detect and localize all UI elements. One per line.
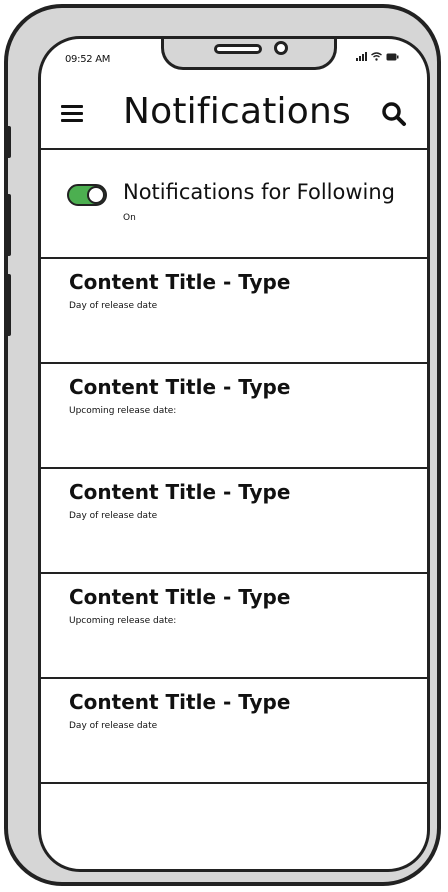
following-notifications-setting: Notifications for Following On (41, 150, 427, 259)
notification-title: Content Title - Type (69, 690, 291, 714)
status-icons (356, 51, 399, 61)
following-toggle[interactable] (67, 184, 107, 206)
page-title: Notifications (123, 91, 351, 132)
notification-title: Content Title - Type (69, 270, 291, 294)
notification-title: Content Title - Type (69, 375, 291, 399)
notification-subtitle: Day of release date (69, 721, 158, 731)
notification-subtitle: Day of release date (69, 301, 158, 311)
notification-subtitle: Upcoming release date: (69, 406, 177, 416)
volume-down-button (4, 274, 11, 336)
notification-item[interactable]: Content Title - Type Day of release date (41, 259, 427, 364)
phone-screen: 09:52 AM Notifications Notifications for… (38, 36, 430, 872)
wifi-icon (371, 52, 382, 61)
hamburger-menu-icon[interactable] (61, 105, 83, 123)
notification-item[interactable]: Content Title - Type Day of release date (41, 679, 427, 784)
following-setting-label: Notifications for Following (123, 180, 396, 204)
notification-subtitle: Day of release date (69, 511, 158, 521)
notification-item[interactable]: Content Title - Type Upcoming release da… (41, 364, 427, 469)
status-time: 09:52 AM (65, 54, 111, 65)
battery-icon (386, 53, 399, 61)
volume-up-button (4, 194, 11, 256)
camera-icon (274, 41, 288, 55)
phone-frame: 09:52 AM Notifications Notifications for… (4, 4, 441, 886)
app-header: Notifications (41, 79, 427, 150)
mute-switch (4, 126, 11, 158)
notification-item[interactable]: Content Title - Type Day of release date (41, 469, 427, 574)
speaker-icon (214, 44, 262, 54)
notification-subtitle: Upcoming release date: (69, 616, 177, 626)
notification-title: Content Title - Type (69, 585, 291, 609)
signal-icon (356, 51, 367, 61)
notch (161, 39, 337, 70)
notification-item[interactable]: Content Title - Type Upcoming release da… (41, 574, 427, 679)
search-icon[interactable] (381, 101, 407, 127)
toggle-knob (87, 186, 105, 204)
following-setting-status: On (123, 213, 136, 223)
notification-title: Content Title - Type (69, 480, 291, 504)
